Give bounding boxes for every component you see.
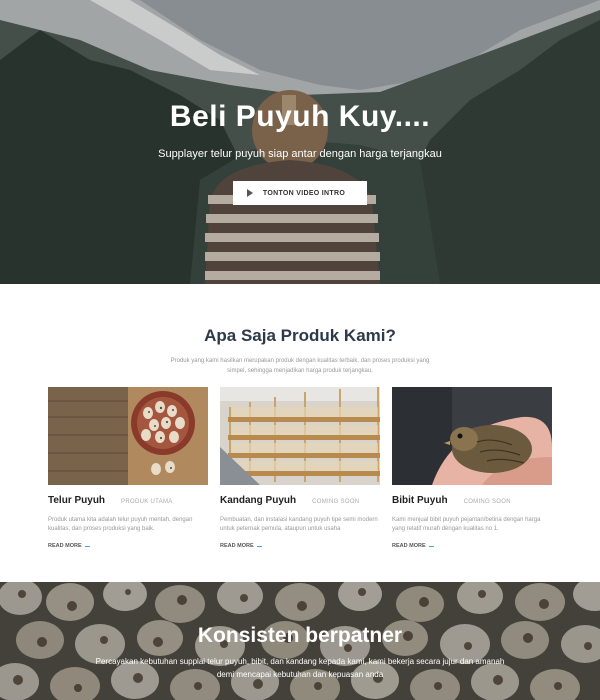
product-card-telur-puyuh: Telur Puyuh PRODUK UTAMA Produk utama ki…	[48, 387, 208, 552]
read-more-label: READ MORE	[48, 543, 82, 549]
quail-eggs-image[interactable]	[48, 387, 208, 485]
read-more-link[interactable]: READ MORE	[48, 543, 90, 549]
arrow-icon	[84, 545, 90, 547]
arrow-icon	[256, 545, 262, 547]
product-name[interactable]: Telur Puyuh	[48, 495, 105, 506]
product-name[interactable]: Bibit Puyuh	[392, 495, 448, 506]
product-tag: COMING SOON	[312, 499, 360, 505]
play-icon	[246, 189, 253, 197]
product-description: Kami menjual bibit puyuh pejantan/betina…	[392, 517, 541, 532]
product-description: Pembuatan, dan instalasi kandang puyuh t…	[220, 517, 378, 532]
product-card-kandang-puyuh: Kandang Puyuh COMING SOON Pembuatan, dan…	[220, 387, 380, 552]
hero-content: Beli Puyuh Kuy.... Supplayer telur puyuh…	[0, 100, 600, 205]
hero-subtitle: Supplayer telur puyuh siap antar dengan …	[158, 148, 442, 160]
product-tag: COMING SOON	[463, 499, 511, 505]
arrow-icon	[428, 545, 434, 547]
read-more-label: READ MORE	[392, 543, 426, 549]
watch-intro-video-button[interactable]: TONTON VIDEO INTRO	[232, 181, 368, 205]
hero-title: Beli Puyuh Kuy....	[169, 100, 431, 133]
product-tag: PRODUK UTAMA	[121, 499, 173, 505]
product-description: Produk utama kita adalah telur puyuh men…	[48, 517, 193, 532]
watch-intro-video-label: TONTON VIDEO INTRO	[262, 189, 346, 197]
product-card-bibit-puyuh: Bibit Puyuh COMING SOON Kami menjual bib…	[392, 387, 552, 552]
quail-cage-image[interactable]	[220, 387, 380, 485]
products-description: Produk yang kami hasilkan merupakan prod…	[170, 358, 430, 374]
product-cards: Telur Puyuh PRODUK UTAMA Produk utama ki…	[48, 387, 552, 552]
product-name[interactable]: Kandang Puyuh	[220, 495, 296, 506]
quail-chick-image[interactable]	[392, 387, 552, 485]
banner-title: Konsisten berpatner	[197, 624, 403, 647]
consistency-banner: Konsisten berpatner Percayakan kebutuhan…	[0, 582, 600, 700]
hero-section: Beli Puyuh Kuy.... Supplayer telur puyuh…	[0, 0, 600, 284]
banner-text: Percayakan kebutuhan supplai telur puyuh…	[95, 657, 505, 679]
products-title: Apa Saja Produk Kami?	[204, 326, 396, 345]
products-section: Apa Saja Produk Kami? Produk yang kami h…	[0, 284, 600, 582]
read-more-link[interactable]: READ MORE	[392, 543, 434, 549]
read-more-link[interactable]: READ MORE	[220, 543, 262, 549]
read-more-label: READ MORE	[220, 543, 254, 549]
